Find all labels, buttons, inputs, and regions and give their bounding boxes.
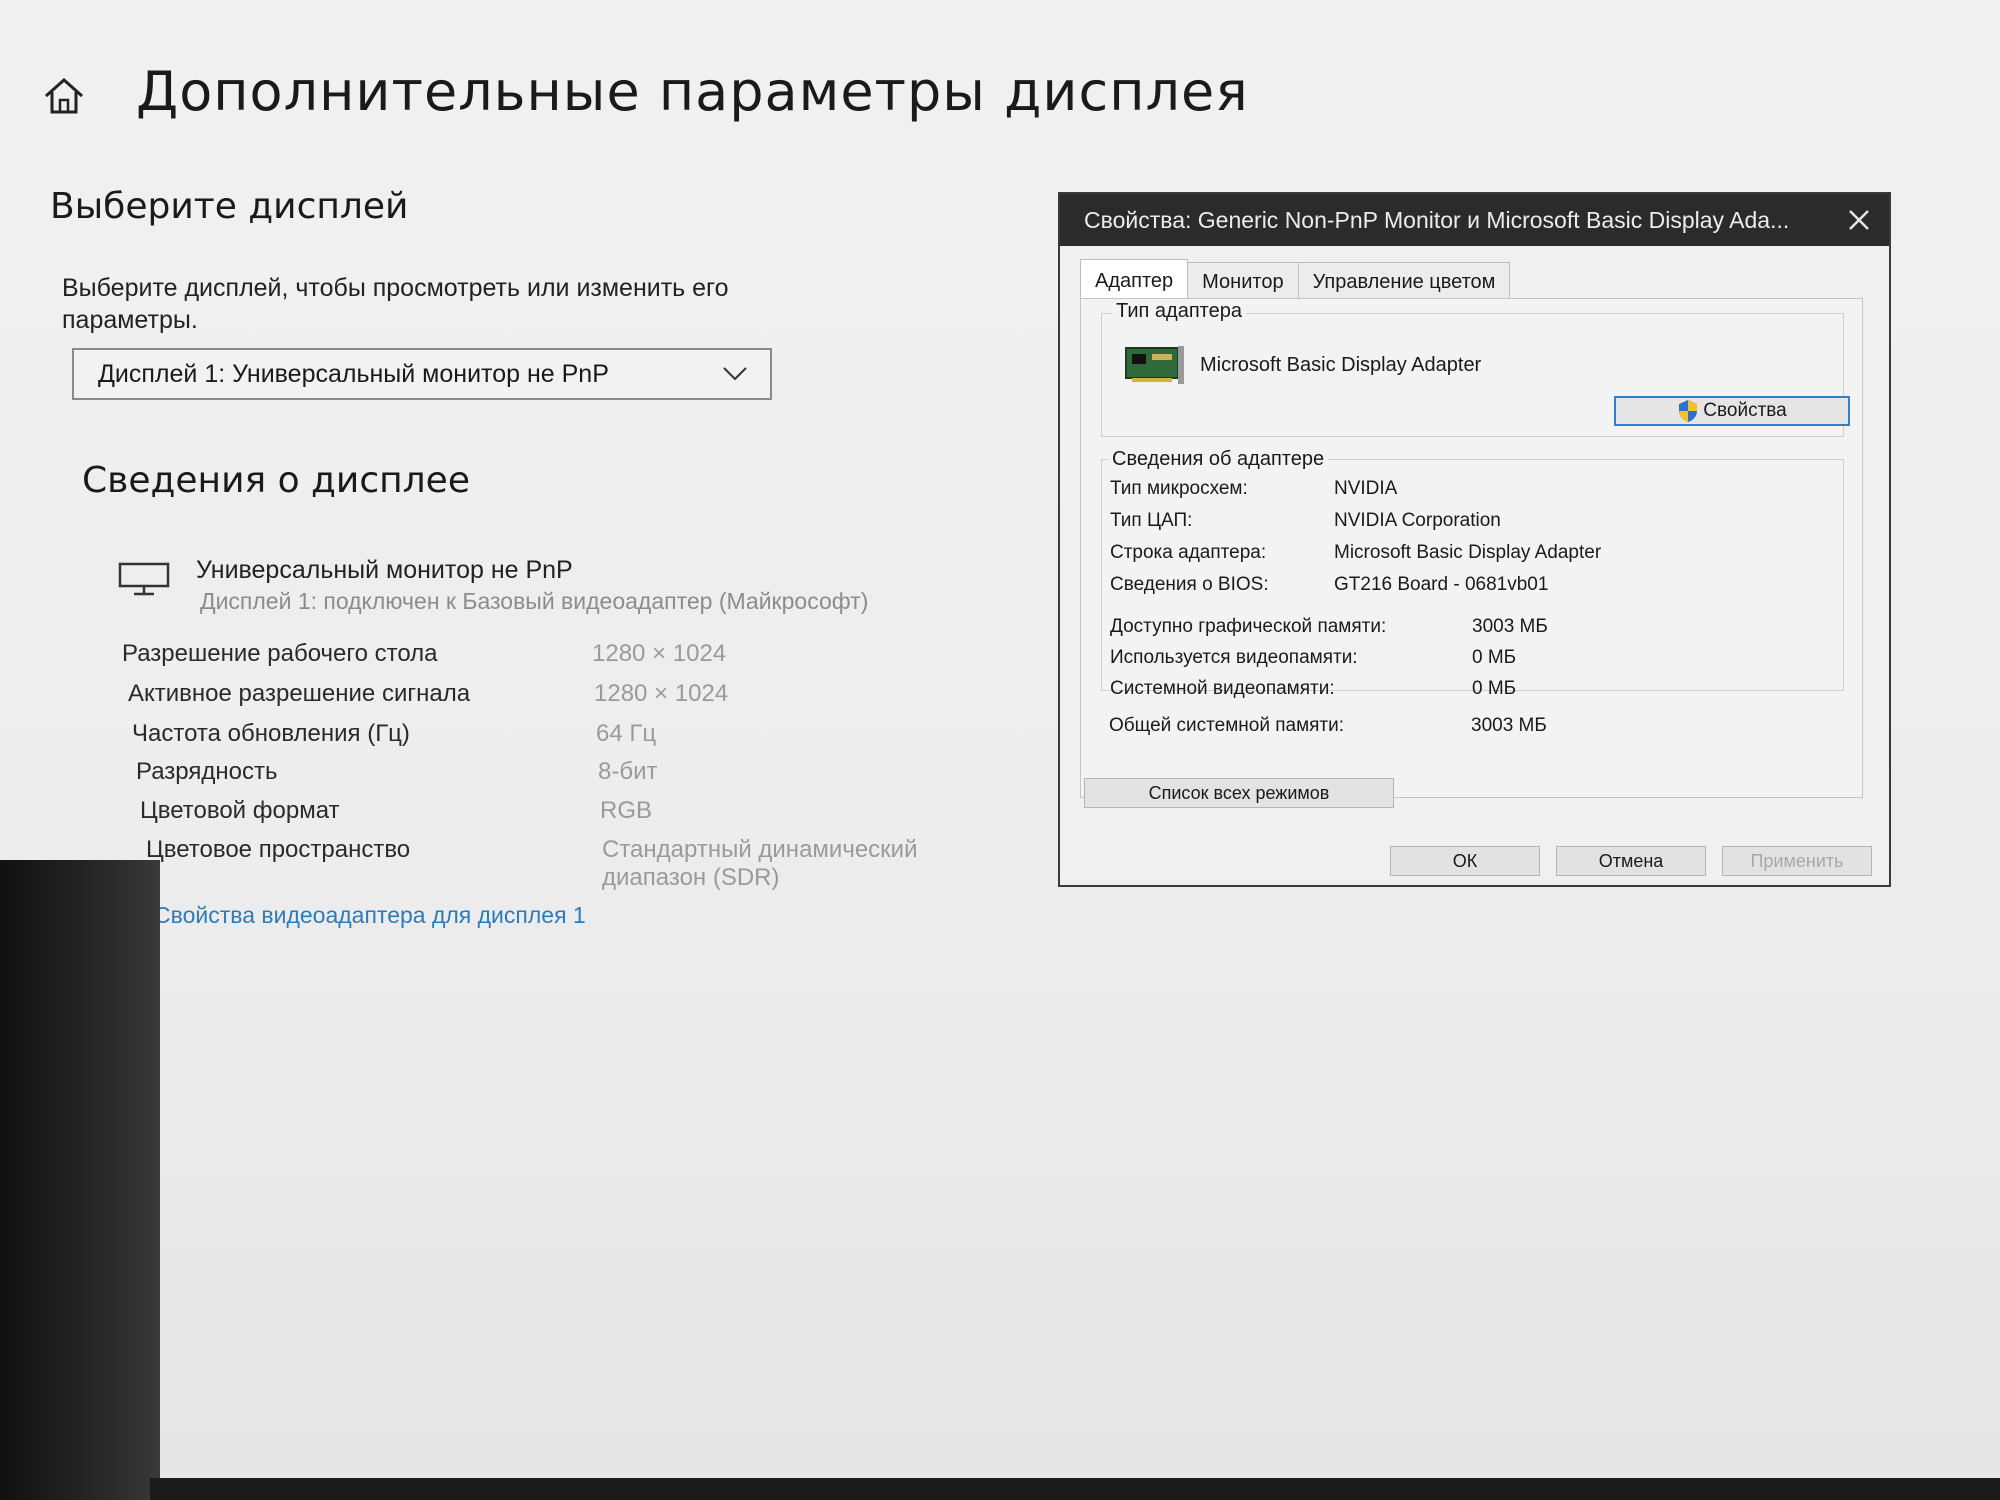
select-display-heading: Выберите дисплей — [50, 186, 409, 227]
settings-window: Дополнительные параметры дисплея Выберит… — [0, 0, 2000, 1500]
refresh-rate-value: 64 Гц — [596, 720, 657, 747]
color-format-value: RGB — [600, 797, 653, 824]
bios-info-label: Сведения о BIOS: — [1110, 574, 1269, 595]
page-title: Дополнительные параметры дисплея — [136, 60, 1249, 123]
dac-type-value: NVIDIA Corporation — [1334, 510, 1501, 531]
bios-info-value: GT216 Board - 0681vb01 — [1334, 574, 1549, 595]
monitor-bezel-bottom — [150, 1478, 2000, 1500]
desktop-resolution-value: 1280 × 1024 — [592, 640, 727, 667]
monitor-connection: Дисплей 1: подключен к Базовый видеоадап… — [200, 588, 869, 614]
chevron-down-icon — [723, 367, 747, 381]
available-memory-value: 3003 МБ — [1472, 616, 1548, 637]
active-resolution-label: Активное разрешение сигнала — [128, 680, 471, 707]
dropdown-value: Дисплей 1: Универсальный монитор не PnP — [98, 359, 609, 388]
adapter-type-group: Тип адаптера Microsoft Basic Display Ada… — [1101, 300, 1850, 437]
tab-color-management[interactable]: Управление цветом — [1297, 262, 1511, 302]
shared-system-memory-value: 3003 МБ — [1471, 715, 1547, 736]
apply-button[interactable]: Применить — [1722, 846, 1872, 876]
tab-adapter[interactable]: Адаптер — [1080, 259, 1189, 302]
monitor-bezel — [0, 860, 160, 1500]
used-video-memory-label: Используется видеопамяти: — [1110, 647, 1358, 668]
dialog-title: Свойства: Generic Non-PnP Monitor и Micr… — [1084, 206, 1790, 233]
cancel-button[interactable]: Отмена — [1556, 846, 1706, 876]
chip-type-label: Тип микросхем: — [1110, 478, 1248, 499]
display-info-heading: Сведения о дисплее — [82, 460, 470, 501]
display-select-dropdown[interactable]: Дисплей 1: Универсальный монитор не PnP — [72, 348, 772, 400]
properties-button-label: Свойства — [1703, 400, 1787, 421]
adapter-info-group: Сведения об адаптере Тип микросхем: NVID… — [1101, 448, 1844, 699]
close-icon[interactable] — [1845, 206, 1873, 234]
adapter-string-value: Microsoft Basic Display Adapter — [1334, 542, 1602, 563]
color-space-line-1: Стандартный динамический — [602, 836, 918, 863]
color-space-value: Стандартный динамический диапазон (SDR) — [602, 836, 917, 892]
refresh-rate-label: Частота обновления (Гц) — [132, 720, 410, 747]
bit-depth-value: 8-бит — [598, 758, 658, 785]
system-video-memory-value: 0 МБ — [1472, 678, 1517, 699]
tab-monitor[interactable]: Монитор — [1187, 262, 1299, 302]
adapter-info-title: Сведения об адаптере — [1108, 448, 1329, 471]
description-line-1: Выберите дисплей, чтобы просмотреть или … — [62, 274, 729, 302]
adapter-tab-panel: Тип адаптера Microsoft Basic Display Ada… — [1080, 298, 1863, 798]
chip-type-value: NVIDIA — [1334, 478, 1398, 499]
color-format-label: Цветовой формат — [140, 797, 340, 824]
monitor-icon — [118, 562, 170, 596]
adapter-properties-dialog: Свойства: Generic Non-PnP Monitor и Micr… — [1058, 192, 1891, 887]
dialog-tabs: Адаптер Монитор Управление цветом — [1080, 259, 1511, 302]
select-display-description: Выберите дисплей, чтобы просмотреть или … — [62, 272, 902, 336]
used-video-memory-value: 0 МБ — [1472, 647, 1517, 668]
adapter-name: Microsoft Basic Display Adapter — [1200, 354, 1482, 376]
monitor-name: Универсальный монитор не PnP — [196, 556, 573, 584]
uac-shield-icon — [1679, 400, 1698, 422]
dialog-titlebar[interactable]: Свойства: Generic Non-PnP Monitor и Micr… — [1060, 194, 1889, 246]
description-line-2: параметры. — [62, 306, 198, 334]
ok-button[interactable]: ОК — [1390, 846, 1540, 876]
color-space-label: Цветовое пространство — [146, 836, 411, 863]
dac-type-label: Тип ЦАП: — [1110, 510, 1193, 531]
adapter-properties-button[interactable]: Свойства — [1614, 396, 1850, 426]
shared-system-memory-label: Общей системной памяти: — [1109, 715, 1345, 736]
desktop-resolution-label: Разрешение рабочего стола — [122, 640, 438, 667]
active-resolution-value: 1280 × 1024 — [594, 680, 729, 707]
adapter-type-title: Тип адаптера — [1112, 300, 1246, 323]
system-video-memory-label: Системной видеопамяти: — [1110, 678, 1335, 699]
video-card-icon — [1125, 346, 1184, 384]
list-all-modes-button[interactable]: Список всех режимов — [1084, 778, 1394, 808]
available-memory-label: Доступно графической памяти: — [1110, 616, 1387, 637]
color-space-line-2: диапазон (SDR) — [602, 864, 780, 891]
home-icon[interactable] — [42, 76, 86, 116]
adapter-string-label: Строка адаптера: — [1110, 542, 1267, 563]
bit-depth-label: Разрядность — [136, 758, 278, 785]
adapter-properties-link[interactable]: Свойства видеоадаптера для дисплея 1 — [154, 902, 586, 929]
